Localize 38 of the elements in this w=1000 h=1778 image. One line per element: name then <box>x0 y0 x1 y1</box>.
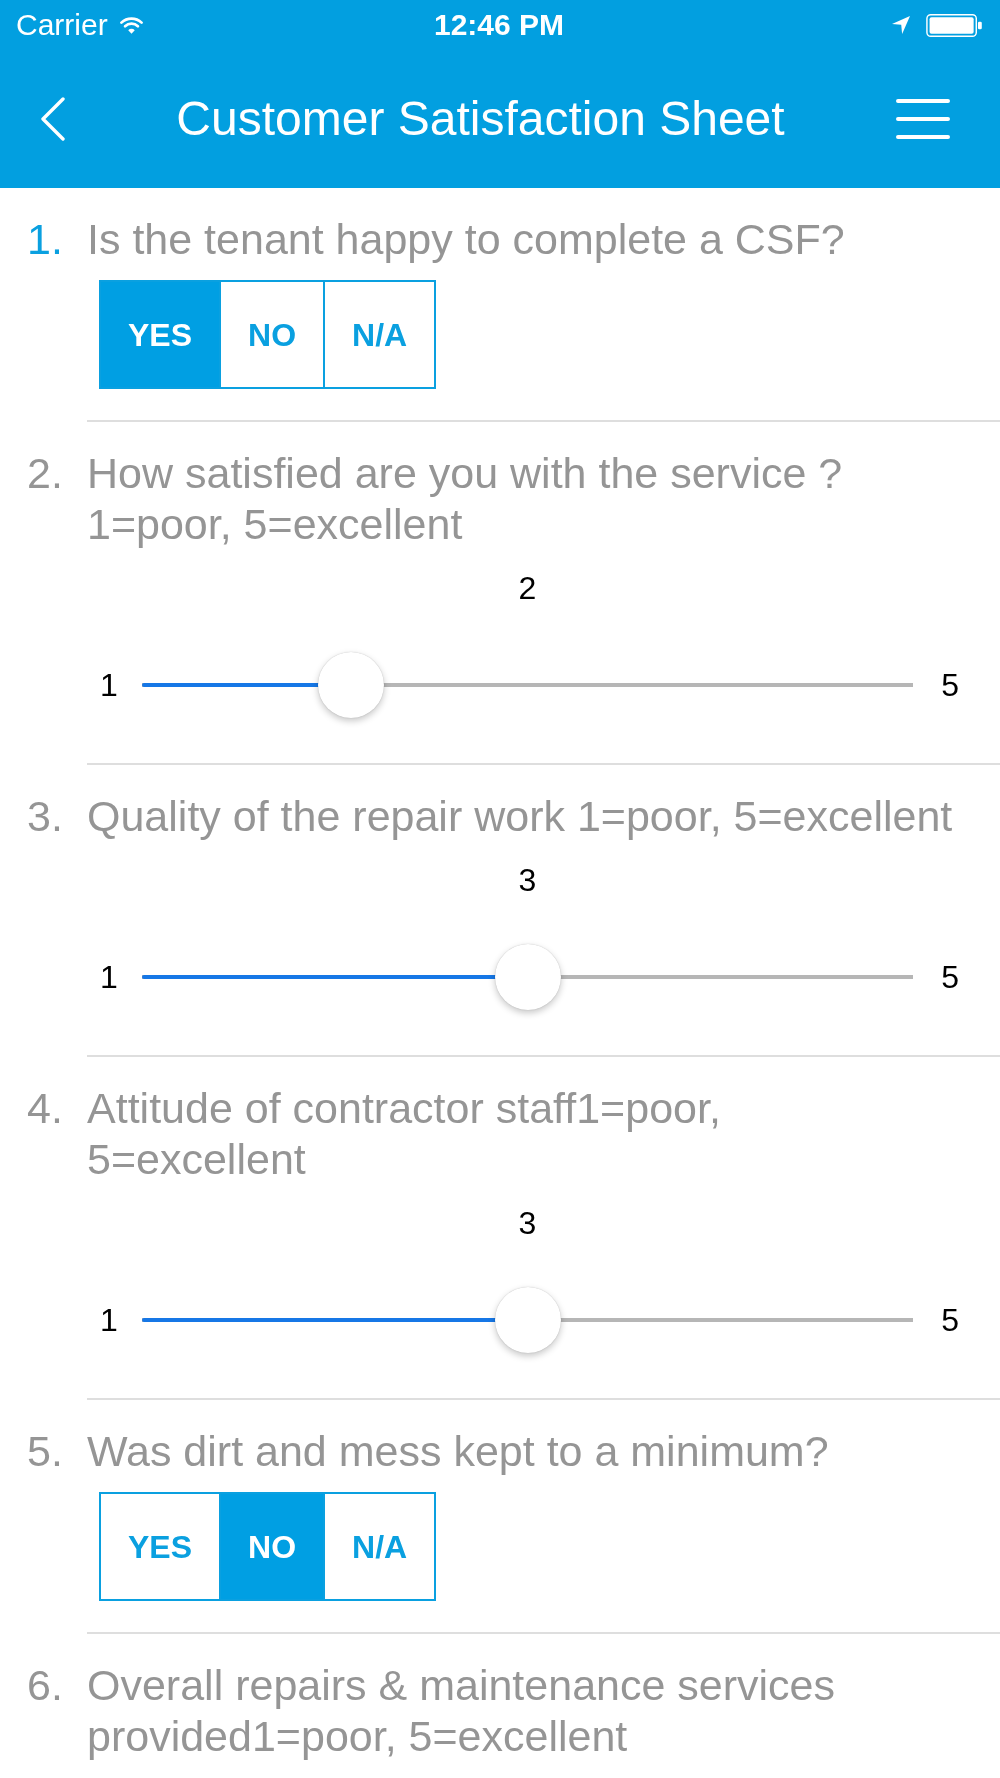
question-text: Is the tenant happy to complete a CSF? <box>87 214 845 265</box>
slider-thumb[interactable] <box>494 944 561 1010</box>
scale-min-label: 1 <box>100 666 118 704</box>
question-text: Quality of the repair work 1=poor, 5=excellent <box>87 791 953 842</box>
choice-option[interactable]: N/A <box>323 280 437 389</box>
question-number: 3. <box>27 791 63 842</box>
scale-max-label: 5 <box>941 958 959 996</box>
slider-thumb[interactable] <box>318 652 385 718</box>
question-number: 2. <box>27 448 63 499</box>
question-number: 4. <box>27 1083 63 1134</box>
rating-value: 3 <box>518 861 537 899</box>
back-chevron-icon[interactable] <box>40 97 65 141</box>
choice-option[interactable]: YES <box>99 280 222 389</box>
question-number: 5. <box>27 1426 63 1477</box>
question-text: Was dirt and mess kept to a minimum? <box>87 1426 829 1477</box>
scale-max-label: 5 <box>941 666 959 704</box>
choice-option[interactable]: NO <box>219 1492 326 1601</box>
rating-value: 3 <box>518 1204 537 1242</box>
choice-option[interactable]: NO <box>219 280 326 389</box>
choice-option[interactable]: N/A <box>323 1492 437 1601</box>
carrier-label: Carrier <box>16 7 108 43</box>
scale-max-label: 5 <box>941 1301 959 1339</box>
wifi-icon <box>119 16 143 34</box>
screen-title: Customer Satisfaction Sheet <box>176 91 785 147</box>
status-time: 12:46 PM <box>433 7 565 43</box>
question-number: 1. <box>27 214 63 265</box>
question-text: Attitude of contractor staff1=poor, 5=excellent <box>87 1083 721 1185</box>
location-arrow-icon <box>892 16 910 34</box>
menu-icon[interactable] <box>896 99 950 139</box>
question-text: How satisfied are you with the service ? 1=poor, 5=excellent <box>87 448 843 550</box>
battery-icon <box>926 13 982 37</box>
slider-thumb[interactable] <box>494 1287 561 1353</box>
question-text: Overall repairs & maintenance services provided1=poor, 5=excellent <box>87 1660 836 1762</box>
question-number: 6. <box>27 1660 63 1711</box>
choice-option[interactable]: YES <box>99 1492 222 1601</box>
scale-min-label: 1 <box>100 1301 118 1339</box>
scale-min-label: 1 <box>100 958 118 996</box>
rating-value: 2 <box>518 569 537 607</box>
